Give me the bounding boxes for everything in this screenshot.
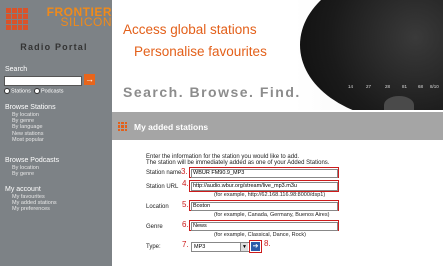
location-example: (for example, Canada, Germany, Buenos Ai…: [214, 212, 330, 218]
account-list: My favourites My added stations My prefe…: [12, 194, 57, 213]
sidebar-item-most-popular[interactable]: Most popular: [12, 137, 44, 143]
tagline-access: Access global stations: [123, 22, 257, 37]
sidebar-item-new-stations[interactable]: New stations: [12, 131, 44, 137]
account-heading: My account: [5, 186, 41, 193]
preset-3: 28: [385, 84, 391, 89]
search-options: Stations Podcasts: [4, 88, 64, 94]
radio-device-image: [300, 0, 443, 110]
form-intro-2: The station will be immediately added as…: [146, 160, 330, 166]
genre-field[interactable]: News: [191, 222, 338, 231]
section-header: My added stations: [112, 112, 443, 140]
type-label: Type:: [146, 244, 161, 250]
tagline-search: Search. Browse. Find.: [123, 84, 301, 100]
logo-wordmark: FRONTIER SILICON: [32, 6, 112, 29]
station-name-label: Station name: [146, 170, 182, 176]
step-7-marker: 7.: [182, 240, 189, 249]
station-url-example: (for example, http://62.168.116.98:8000/…: [214, 192, 326, 198]
section-grid-icon: [118, 122, 127, 131]
station-name-field[interactable]: WBUR FM90.9_MP3: [191, 169, 338, 178]
station-url-label: Station URL: [146, 184, 179, 190]
radio-stations[interactable]: [4, 88, 10, 94]
browse-stations-list: By location By genre By language New sta…: [12, 112, 44, 143]
step-6-marker: 6.: [182, 220, 189, 229]
preset-1: 14: [348, 84, 354, 89]
step-8-marker: 8.: [264, 239, 271, 248]
browse-stations-heading: Browse Stations: [5, 104, 56, 111]
save-button[interactable]: ➔: [251, 242, 260, 251]
hero-banner: Access global stations Personalise favou…: [112, 0, 443, 110]
preset-4: 81: [402, 84, 408, 89]
search-go-button[interactable]: →: [84, 74, 95, 85]
browse-podcasts-list: By location By genre: [12, 165, 39, 177]
tagline-personalise: Personalise favourites: [134, 44, 267, 59]
preset-2: 27: [366, 84, 372, 89]
sidebar: FRONTIER SILICON Radio Portal Search → S…: [0, 0, 112, 266]
radio-stations-label: Stations: [11, 88, 31, 95]
step-3-marker: 3.: [181, 167, 188, 176]
logo-line2: SILICON: [60, 15, 112, 29]
genre-label: Genre: [146, 224, 163, 230]
section-title: My added stations: [134, 122, 209, 132]
location-field[interactable]: Boston: [191, 202, 338, 211]
sidebar-item-by-language[interactable]: By language: [12, 124, 44, 130]
station-url-field[interactable]: http://audio.wbur.org/stream/live_mp3.m3…: [191, 182, 338, 191]
frontier-logo-icon: [6, 8, 28, 30]
chevron-down-icon[interactable]: ▼: [240, 243, 248, 251]
search-heading: Search: [5, 66, 28, 73]
browse-podcasts-heading: Browse Podcasts: [5, 157, 60, 164]
preset-6: 8/10: [430, 84, 439, 89]
radio-podcasts-label: Podcasts: [40, 88, 64, 95]
radio-dial-icon: [384, 96, 414, 110]
step-4-marker: 4.: [182, 179, 189, 188]
add-station-form: Enter the information for the station yo…: [112, 140, 443, 266]
radio-podcasts[interactable]: [33, 88, 40, 94]
sidebar-item-podcast-genre[interactable]: By genre: [12, 171, 39, 177]
location-label: Location: [146, 204, 169, 210]
logo-subtitle: Radio Portal: [20, 42, 88, 52]
step-5-marker: 5.: [182, 200, 189, 209]
preset-5: 68: [418, 84, 424, 89]
genre-example: (for example, Classical, Dance, Rock): [214, 232, 307, 238]
search-input[interactable]: [4, 76, 82, 86]
sidebar-item-preferences[interactable]: My preferences: [12, 206, 57, 212]
